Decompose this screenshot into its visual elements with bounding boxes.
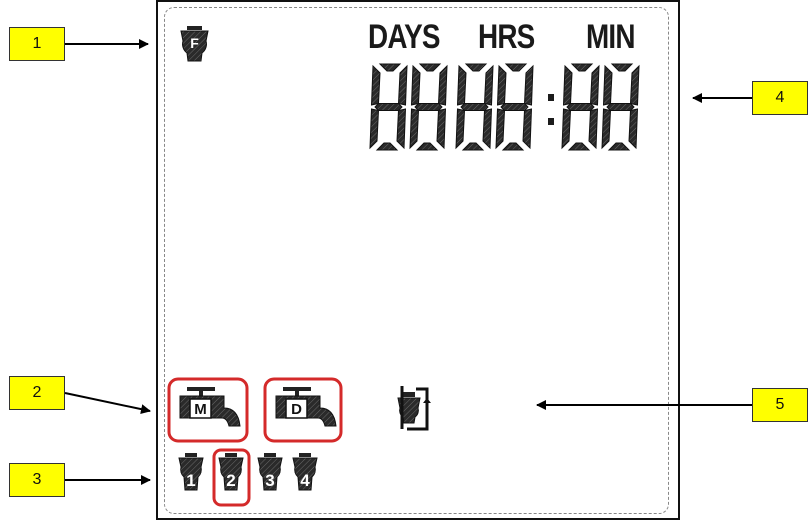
segment-e xyxy=(495,108,506,150)
segment-f xyxy=(370,64,381,106)
segment-a xyxy=(504,63,528,72)
cylinder-4-icon: 4 xyxy=(292,453,318,491)
cylinder-3-icon: 3 xyxy=(257,453,283,491)
segment-e xyxy=(601,108,612,150)
segment-f xyxy=(562,64,573,106)
cylinder-3-number: 3 xyxy=(265,471,274,490)
segment-c xyxy=(482,108,493,150)
delayed-regen-icon: D xyxy=(263,377,343,443)
digit-3 xyxy=(455,63,494,151)
cylinder-1-icon: 1 xyxy=(178,453,204,491)
lcd-symbols-layer: F M D 1 2 3 4 xyxy=(64,26,752,507)
segment-b xyxy=(437,64,448,106)
segment-d xyxy=(375,142,399,151)
manual-regen-icon: M xyxy=(167,377,249,443)
segment-c xyxy=(522,108,533,150)
segment-d xyxy=(415,142,439,151)
segment-f xyxy=(456,64,467,106)
filter-cylinder-icon: F xyxy=(180,26,209,62)
cylinder-1-number: 1 xyxy=(186,471,195,490)
segment-g xyxy=(414,103,443,111)
segment-a xyxy=(610,63,634,72)
colon-dot xyxy=(548,118,554,125)
manual-letter: M xyxy=(194,401,207,418)
segment-g xyxy=(374,103,403,111)
segment-d xyxy=(501,142,525,151)
digit-6 xyxy=(601,63,640,151)
cylinder-2-number: 2 xyxy=(226,471,235,490)
cylinder-2-icon: 2 xyxy=(212,448,251,507)
segment-b xyxy=(629,64,640,106)
segment-f xyxy=(410,64,421,106)
filter-letter: F xyxy=(190,35,199,51)
digit-1 xyxy=(369,63,408,151)
segment-e xyxy=(409,108,420,150)
segment-f xyxy=(496,64,507,106)
cylinder-selector: 1 2 3 4 xyxy=(178,448,318,507)
cylinder-4-number: 4 xyxy=(300,471,310,490)
segment-c xyxy=(436,108,447,150)
digit-5 xyxy=(561,63,600,151)
segment-a xyxy=(378,63,402,72)
segment-e xyxy=(455,108,466,150)
segment-b xyxy=(397,64,408,106)
digit-4 xyxy=(495,63,534,151)
digit-2 xyxy=(409,63,448,151)
seven-segment-readout xyxy=(369,63,640,151)
segment-c xyxy=(628,108,639,150)
cycle-icon xyxy=(397,386,431,431)
segment-g xyxy=(500,103,529,111)
segment-b xyxy=(523,64,534,106)
delayed-letter: D xyxy=(291,401,302,418)
segment-g xyxy=(566,103,595,111)
segment-a xyxy=(464,63,488,72)
colon-dot xyxy=(548,94,554,101)
segment-f xyxy=(602,64,613,106)
arrow-2 xyxy=(64,392,151,415)
segment-d xyxy=(461,142,485,151)
segment-g xyxy=(460,103,489,111)
segment-b xyxy=(483,64,494,106)
segment-d xyxy=(607,142,631,151)
segment-c xyxy=(396,108,407,150)
segment-c xyxy=(588,108,599,150)
segment-a xyxy=(418,63,442,72)
segment-d xyxy=(567,142,591,151)
segment-g xyxy=(606,103,635,111)
segment-b xyxy=(589,64,600,106)
segment-a xyxy=(570,63,594,72)
segment-e xyxy=(369,108,380,150)
segment-e xyxy=(561,108,572,150)
